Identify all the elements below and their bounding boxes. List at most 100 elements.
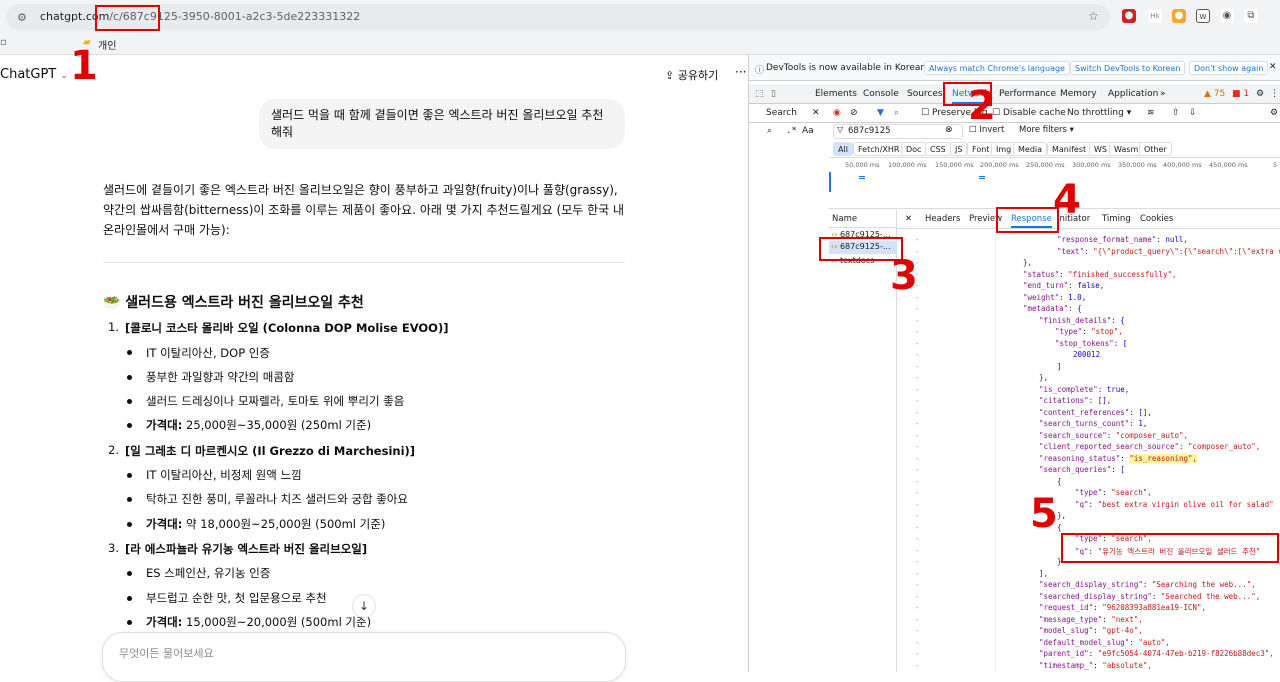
share-icon: ⇪ [665,69,675,82]
match-language-button[interactable]: Always match Chrome's language [924,61,1070,75]
close-icon[interactable]: ✕ [1269,62,1277,72]
throttling-select[interactable]: No throttling ▾ [1067,103,1131,123]
device-icon[interactable]: ▯ [771,84,776,104]
name-column-header[interactable]: Name [829,210,897,228]
browser-toolbar: ⚙ chatgpt.com/c/687c9125-3950-8001-a2c3-… [0,0,1280,55]
search-icon[interactable]: ⌕ [894,103,899,123]
record-icon[interactable]: ◉ [833,103,841,123]
timeline-marker [829,172,831,192]
app-title: ChatGPT [0,67,57,82]
timeline-bar [979,176,985,177]
close-detail-icon[interactable]: ✕ [905,214,912,224]
gutter-marker: - [915,591,920,601]
network-settings-icon[interactable]: ⚙ [1270,103,1278,123]
model-selector[interactable]: ChatGPT ⌄ [0,67,68,82]
regex-toggle[interactable]: .* [786,126,797,136]
gutter-marker: - [915,557,920,566]
extension-3-icon[interactable]: ● [1172,9,1186,23]
tab-timing[interactable]: Timing [1102,214,1131,224]
extension-1-icon[interactable]: ● [1122,9,1136,23]
annotation-box-response [996,207,1059,233]
download-icon[interactable]: ⇩ [1189,103,1197,123]
section-title: 🥗 샐러드용 엑스트라 버진 올리브오일 추천 [103,295,364,311]
gutter-marker: - [915,568,920,578]
tab-sources[interactable]: Sources [907,84,943,104]
bullet [127,423,132,428]
wifi-icon[interactable]: ≋ [1147,103,1155,123]
json-line: "model_slug": "gpt-4o", [1039,626,1143,635]
response-body[interactable]: "response_format_name": null, - "text": "{… [897,231,1280,672]
extension-2-icon[interactable]: Hk [1148,9,1162,23]
composer[interactable]: 무엇이든 물어보세요 [102,632,626,682]
close-search-icon[interactable]: ✕ [812,103,820,123]
json-line: "search_turns_count": 1, [1039,419,1148,428]
more-button[interactable]: ··· [735,65,746,79]
json-line: }, [1023,258,1033,267]
bullet [127,350,132,355]
scroll-down-button[interactable]: ↓ [352,594,376,618]
gutter-marker: - [915,465,920,474]
bookmark-folder-label[interactable]: 개인 [98,37,116,52]
tab-headers[interactable]: Headers [925,214,960,224]
price-label: 가격대: [146,615,183,629]
filter-icon[interactable]: ▼ [877,103,884,123]
more-filters-dropdown[interactable]: More filters ▾ [1019,125,1074,135]
gutter-marker: - [915,511,920,520]
kebab-icon[interactable]: ⋮ [1270,84,1279,104]
bullet-text: IT 이탈리아산, 비정제 원액 느낌 [146,468,302,482]
search-tab[interactable]: Search [766,103,797,123]
filter-input[interactable]: 687c9125 [833,124,963,139]
notice-text: DevTools is now available in Korean! [766,63,930,73]
json-line: "searched_display_string": "Searched the… [1039,591,1261,601]
filter-css[interactable]: CSS [925,142,951,156]
site-info-icon[interactable]: ⚙ [17,11,27,24]
filter-other[interactable]: Other [1139,142,1172,156]
gutter-marker: - [915,338,920,348]
match-case-toggle[interactable]: Aa [802,126,814,136]
filter-fetch[interactable]: Fetch/XHR [853,142,905,156]
error-count[interactable]: ■ 1 [1232,84,1249,104]
filter-funnel-icon: ▽ [837,125,844,134]
tab-memory[interactable]: Memory [1060,84,1097,104]
bullet-text: 부드럽고 순한 맛, 첫 입문용으로 추천 [146,591,327,605]
clear-icon[interactable]: ⊘ [850,103,858,123]
detail-tabs: ✕ Headers Preview Response Initiator Tim… [897,210,1280,229]
settings-gear-icon[interactable]: ⚙ [1256,84,1264,104]
gutter-marker: - [915,350,920,359]
bullet [127,473,132,478]
tab-elements[interactable]: Elements [815,84,857,104]
json-line: }, [1039,373,1049,382]
error-count-value: 1 [1243,89,1250,99]
url-text[interactable]: chatgpt.com/c/687c9125-3950-8001-a2c3-5d… [40,10,360,23]
json-viewer: "response_format_name": null, - "text": "{… [897,231,1280,672]
filter-media[interactable]: Media [1013,142,1048,156]
switch-korean-button[interactable]: Switch DevTools to Korean [1070,61,1186,75]
extensions-puzzle-icon[interactable]: ⧉ [1244,9,1258,23]
upload-icon[interactable]: ⇧ [1172,103,1180,123]
disable-cache-checkbox[interactable]: ☐ Disable cache [992,103,1066,123]
warning-count[interactable]: ▲ 75 [1204,84,1225,104]
bookmark-star-icon[interactable]: ☆ [1088,9,1099,23]
request-list: Name ‹› 687c9125-... ‹› 687c9125-... ‹› … [829,210,897,672]
inspect-icon[interactable]: ⬚ [755,84,764,104]
share-button[interactable]: ⇪ 공유하기 [665,67,718,83]
timeline-tick: 350,000 ms [1118,161,1157,169]
timeline-bar [859,176,865,177]
dont-show-button[interactable]: Don't show again [1189,61,1269,75]
clear-filter-icon[interactable]: ⊗ [945,125,953,135]
json-line: 200012 [1073,350,1101,359]
tab-cookies[interactable]: Cookies [1140,214,1173,224]
filter-doc[interactable]: Doc [901,142,927,156]
tab-performance[interactable]: Performance [999,84,1056,104]
tab-application[interactable]: Application [1108,84,1158,104]
divider [103,262,625,263]
filter-manifest[interactable]: Manifest [1047,142,1092,156]
camera-icon[interactable]: ◉ [1220,9,1234,23]
tab-console[interactable]: Console [863,84,899,104]
json-line: "text": "{\"product_query\":{\"search\":… [1057,246,1280,256]
extension-4-icon[interactable]: W [1196,9,1210,23]
bookmarks-apps-icon[interactable]: ▫ [0,37,7,48]
filter-all[interactable]: All [833,142,853,156]
more-tabs-button[interactable]: » [1160,84,1166,104]
filter-js[interactable]: JS [950,142,968,156]
